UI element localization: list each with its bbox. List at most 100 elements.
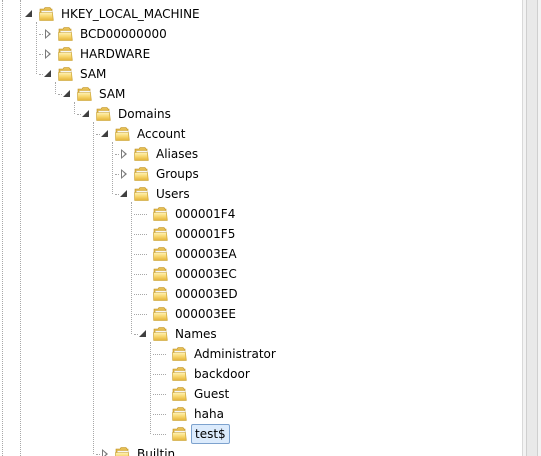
expand-arrow-icon[interactable] [43, 29, 53, 39]
tree-node-label[interactable]: 000003EE [172, 304, 239, 324]
tree-node-account[interactable]: Account [101, 124, 415, 144]
tree-guide-line [20, 0, 21, 456]
tree-node-label[interactable]: SAM [96, 84, 128, 104]
collapse-arrow-icon[interactable] [138, 329, 148, 339]
collapse-arrow-icon[interactable] [100, 129, 110, 139]
folder-icon [134, 146, 149, 162]
tree-guide-line [131, 202, 132, 334]
tree-node-guest[interactable]: Guest [172, 384, 472, 404]
tree-guide-line [36, 22, 37, 74]
expand-arrow-icon[interactable] [43, 49, 53, 59]
tree-node-label[interactable]: Builtin [134, 444, 178, 456]
tree-node-label[interactable]: Account [134, 124, 188, 144]
tree-guide-line [55, 82, 56, 94]
tree-guide-line [134, 314, 147, 315]
collapse-arrow-icon[interactable] [62, 89, 72, 99]
tree-guide-line [134, 294, 147, 295]
expand-arrow-icon[interactable] [119, 149, 129, 159]
tree-node-builtin[interactable]: Builtin [102, 444, 415, 456]
vertical-scrollbar[interactable] [522, 0, 541, 456]
tree-node-label[interactable]: haha [191, 404, 227, 424]
registry-tree-pane[interactable]: HKEY_LOCAL_MACHINE BCD00000000 HARDWARE SAM… [0, 0, 522, 456]
folder-icon [58, 46, 73, 62]
tree-node-domains[interactable]: Domains [82, 104, 396, 124]
tree-node-label[interactable]: HKEY_LOCAL_MACHINE [58, 4, 203, 24]
tree-guide-line [74, 102, 75, 114]
tree-guide-line [153, 434, 166, 435]
folder-icon [153, 266, 168, 282]
tree-node-test-[interactable]: test$ [172, 424, 472, 444]
tree-guide-line [153, 374, 166, 375]
folder-icon [172, 346, 187, 362]
tree-node-label[interactable]: Users [153, 184, 193, 204]
tree-node-label[interactable]: Guest [191, 384, 232, 404]
tree-node-label[interactable]: Groups [153, 164, 202, 184]
folder-icon [39, 6, 54, 22]
tree-node-000003ea[interactable]: 000003EA [153, 244, 453, 264]
tree-node-label[interactable]: 000001F5 [172, 224, 238, 244]
collapse-arrow-icon[interactable] [119, 189, 129, 199]
tree-node-bcd00000000[interactable]: BCD00000000 [45, 24, 358, 44]
folder-icon [153, 326, 168, 342]
tree-node-000003ee[interactable]: 000003EE [153, 304, 453, 324]
tree-guide-line [153, 414, 166, 415]
tree-node-hardware[interactable]: HARDWARE [45, 44, 358, 64]
folder-icon [153, 206, 168, 222]
tree-node-label[interactable]: SAM [77, 64, 109, 84]
tree-node-label[interactable]: test$ [191, 424, 230, 444]
tree-guide-line [134, 234, 147, 235]
tree-node-label[interactable]: Aliases [153, 144, 201, 164]
tree-node-hkey-local-machine[interactable]: HKEY_LOCAL_MACHINE [25, 4, 339, 24]
tree-node-sam[interactable]: SAM [63, 84, 377, 104]
tree-guide-line [153, 354, 166, 355]
folder-icon [115, 446, 130, 456]
tree-node-000001f5[interactable]: 000001F5 [153, 224, 453, 244]
scrollbar-thumb[interactable] [526, 0, 538, 456]
tree-node-groups[interactable]: Groups [121, 164, 434, 184]
tree-node-backdoor[interactable]: backdoor [172, 364, 472, 384]
tree-node-label[interactable]: 000003EA [172, 244, 240, 264]
expand-arrow-icon[interactable] [100, 449, 110, 456]
folder-icon [134, 186, 149, 202]
tree-guide-line [93, 122, 94, 454]
folder-icon [58, 26, 73, 42]
tree-node-label[interactable]: 000003ED [172, 284, 241, 304]
collapse-arrow-icon[interactable] [24, 9, 34, 19]
folder-icon [115, 126, 130, 142]
tree-guide-line [150, 342, 151, 434]
collapse-arrow-icon[interactable] [81, 109, 91, 119]
tree-node-names[interactable]: Names [139, 324, 453, 344]
folder-icon [172, 406, 187, 422]
tree-node-000003ec[interactable]: 000003EC [153, 264, 453, 284]
tree-guide-line [134, 254, 147, 255]
tree-node-haha[interactable]: haha [172, 404, 472, 424]
folder-icon [153, 306, 168, 322]
tree-node-aliases[interactable]: Aliases [121, 144, 434, 164]
tree-node-label[interactable]: BCD00000000 [77, 24, 170, 44]
tree-node-sam[interactable]: SAM [44, 64, 358, 84]
tree-node-label[interactable]: backdoor [191, 364, 253, 384]
tree-node-000003ed[interactable]: 000003ED [153, 284, 453, 304]
folder-icon [77, 86, 92, 102]
tree-node-label[interactable]: Domains [115, 104, 174, 124]
folder-icon [153, 286, 168, 302]
tree-node-label[interactable]: Names [172, 324, 220, 344]
folder-icon [153, 246, 168, 262]
folder-icon [172, 386, 187, 402]
folder-icon [172, 366, 187, 382]
tree-guide-line [2, 0, 3, 456]
folder-icon [153, 226, 168, 242]
folder-icon [134, 166, 149, 182]
tree-guide-line [112, 142, 113, 194]
tree-node-label[interactable]: Administrator [191, 344, 279, 364]
tree-node-administrator[interactable]: Administrator [172, 344, 472, 364]
tree-node-label[interactable]: 000001F4 [172, 204, 238, 224]
expand-arrow-icon[interactable] [119, 169, 129, 179]
tree-node-000001f4[interactable]: 000001F4 [153, 204, 453, 224]
tree-node-users[interactable]: Users [120, 184, 434, 204]
tree-node-label[interactable]: 000003EC [172, 264, 240, 284]
collapse-arrow-icon[interactable] [43, 69, 53, 79]
tree-node-label[interactable]: HARDWARE [77, 44, 153, 64]
folder-icon [96, 106, 111, 122]
folder-icon [172, 426, 187, 442]
